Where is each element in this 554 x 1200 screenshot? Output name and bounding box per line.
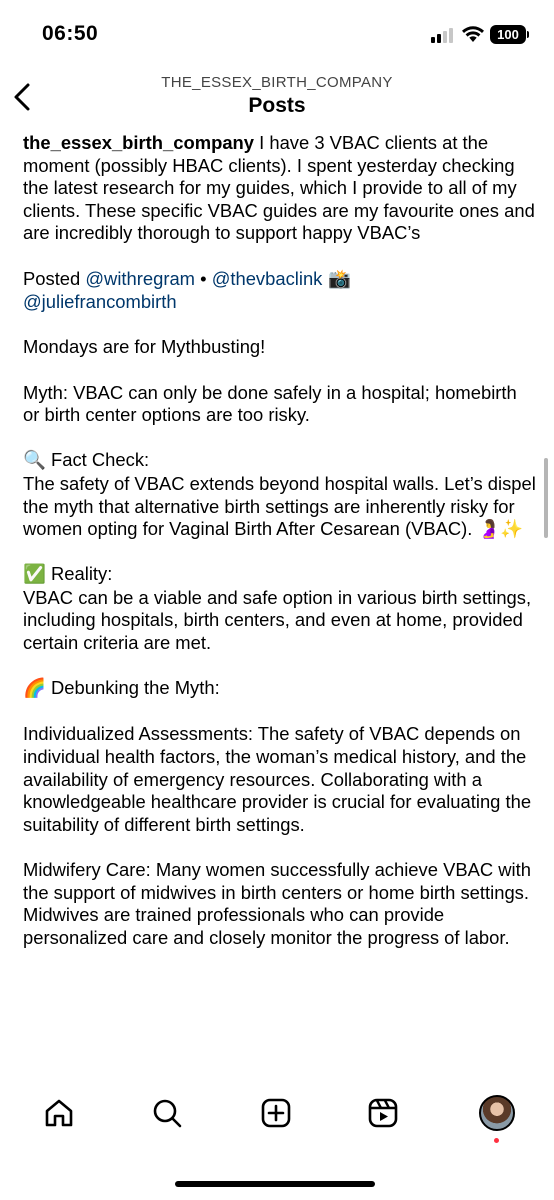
home-icon: [45, 1099, 73, 1127]
caption-mondays: Mondays are for Mythbusting!: [23, 336, 266, 358]
caption-midwifery: Midwifery Care: Many women successfully …: [23, 859, 531, 948]
credit-separator: •: [195, 267, 212, 289]
search-icon: [153, 1099, 182, 1128]
home-indicator[interactable]: [175, 1181, 375, 1187]
debunk-heading: Debunking the Myth:: [45, 677, 220, 699]
caption-debunk-heading: 🌈 Debunking the Myth:: [23, 677, 538, 701]
caption-username[interactable]: the_essex_birth_company: [23, 132, 254, 153]
battery-indicator: 100: [490, 25, 526, 44]
page-title: Posts: [248, 94, 306, 117]
profile-avatar: [479, 1095, 515, 1131]
mention-thevbaclink[interactable]: @thevbaclink: [212, 268, 323, 289]
caption-intro: the_essex_birth_company I have 3 VBAC cl…: [23, 132, 538, 245]
account-name[interactable]: THE_ESSEX_BIRTH_COMPANY: [0, 74, 554, 91]
reality-heading: Reality:: [45, 563, 113, 585]
check-mark-emoji: ✅: [23, 564, 46, 586]
caption-reality: ✅ Reality: VBAC can be a viable and safe …: [23, 563, 538, 654]
wifi-icon: [462, 26, 484, 42]
cellular-signal-icon: [431, 27, 457, 43]
fact-check-body: The safety of VBAC extends beyond hospit…: [23, 472, 536, 540]
reality-body: VBAC can be a viable and safe option in …: [23, 586, 532, 654]
reels-icon: [368, 1098, 398, 1128]
nav-home[interactable]: [29, 1083, 89, 1143]
mention-juliefrancombirth[interactable]: @juliefrancombirth: [23, 291, 177, 312]
status-bar: 06:50 100: [0, 0, 554, 66]
mention-withregram[interactable]: @withregram: [85, 268, 195, 289]
caption-credits: Posted @withregram • @thevbaclink 📸 @juli…: [23, 268, 538, 314]
caption-fact-check: 🔍 Fact Check: The safety of VBAC extends …: [23, 449, 538, 540]
rainbow-emoji: 🌈: [23, 678, 46, 700]
posted-prefix: Posted: [23, 267, 86, 289]
nav-create[interactable]: [246, 1083, 306, 1143]
caption-individualized: Individualized Assessments: The safety o…: [23, 723, 532, 835]
notification-dot: [494, 1138, 499, 1143]
battery-tip: [527, 31, 529, 38]
nav-reels[interactable]: [353, 1083, 413, 1143]
nav-search[interactable]: [137, 1083, 197, 1143]
magnifier-emoji: 🔍: [23, 450, 46, 472]
header: THE_ESSEX_BIRTH_COMPANY Posts: [0, 66, 554, 128]
nav-profile[interactable]: [467, 1083, 527, 1143]
create-icon: [261, 1098, 291, 1128]
status-time: 06:50: [42, 22, 99, 45]
caption-myth: Myth: VBAC can only be done safely in a …: [23, 381, 517, 426]
post-caption: the_essex_birth_company I have 3 VBAC cl…: [23, 132, 538, 1082]
fact-check-heading: Fact Check:: [45, 449, 150, 471]
scrollbar[interactable]: [544, 458, 548, 538]
camera-emoji: 📸: [322, 268, 352, 290]
